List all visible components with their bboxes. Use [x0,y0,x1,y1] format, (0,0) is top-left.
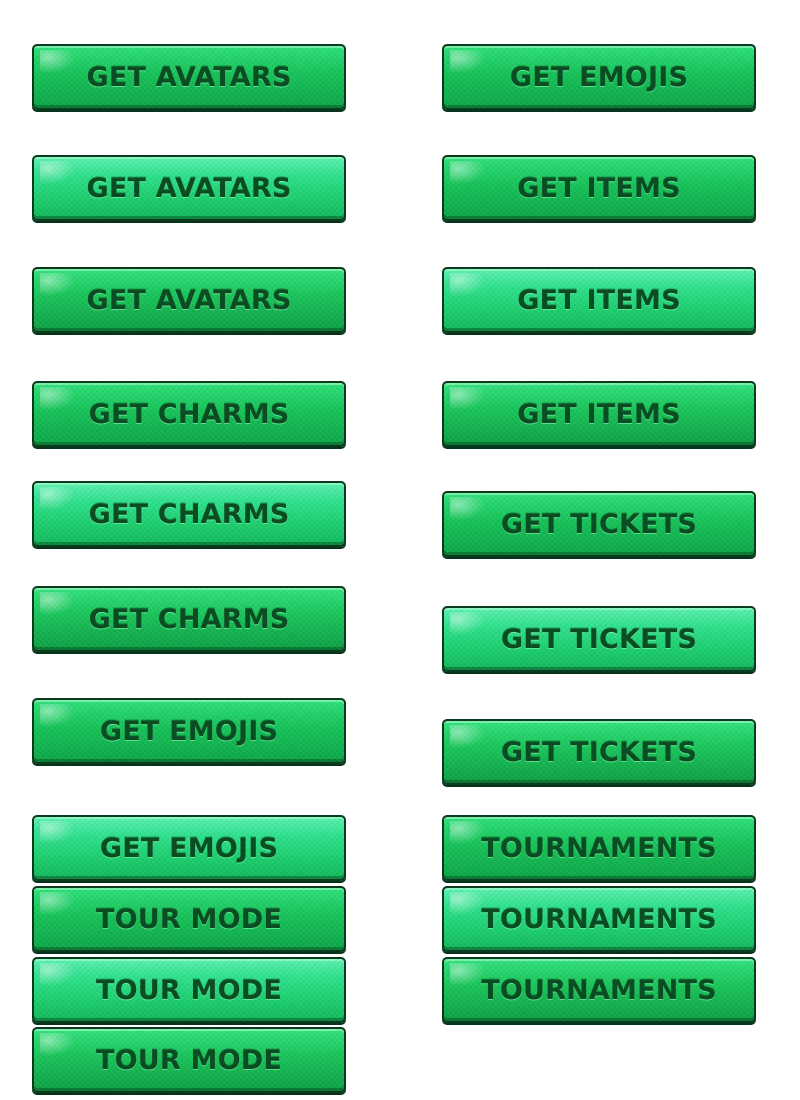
tour-mode-button[interactable]: TOUR MODE [32,1027,346,1093]
button-label: GET AVATARS [86,172,292,204]
button-label: GET EMOJIS [99,715,279,747]
tournaments-button[interactable]: TOURNAMENTS [442,815,756,881]
button-label: TOURNAMENTS [481,903,717,935]
get-avatars-button[interactable]: GET AVATARS [32,155,346,221]
tournaments-button[interactable]: TOURNAMENTS [442,886,756,952]
tour-mode-button[interactable]: TOUR MODE [32,957,346,1023]
get-emojis-button[interactable]: GET EMOJIS [32,815,346,881]
get-avatars-button[interactable]: GET AVATARS [32,267,346,333]
button-label: GET ITEMS [517,284,681,316]
get-emojis-button[interactable]: GET EMOJIS [32,698,346,764]
get-charms-button[interactable]: GET CHARMS [32,381,346,447]
get-items-button[interactable]: GET ITEMS [442,381,756,447]
button-label: GET EMOJIS [99,832,279,864]
get-items-button[interactable]: GET ITEMS [442,155,756,221]
button-label: TOURNAMENTS [481,832,717,864]
button-label: GET TICKETS [500,736,698,768]
button-label: GET TICKETS [500,508,698,540]
button-label: GET ITEMS [517,398,681,430]
get-tickets-button[interactable]: GET TICKETS [442,491,756,557]
button-label: TOUR MODE [96,1044,282,1076]
get-emojis-button[interactable]: GET EMOJIS [442,44,756,110]
get-tickets-button[interactable]: GET TICKETS [442,606,756,672]
button-label: GET CHARMS [88,603,290,635]
button-label: GET CHARMS [88,398,290,430]
button-label: GET ITEMS [517,172,681,204]
get-charms-button[interactable]: GET CHARMS [32,481,346,547]
button-label: GET TICKETS [500,623,698,655]
button-label: TOUR MODE [96,903,282,935]
get-items-button[interactable]: GET ITEMS [442,267,756,333]
tournaments-button[interactable]: TOURNAMENTS [442,957,756,1023]
get-avatars-button[interactable]: GET AVATARS [32,44,346,110]
button-label: GET CHARMS [88,498,290,530]
button-label: TOURNAMENTS [481,974,717,1006]
button-label: TOUR MODE [96,974,282,1006]
get-charms-button[interactable]: GET CHARMS [32,586,346,652]
button-label: GET EMOJIS [509,61,689,93]
tour-mode-button[interactable]: TOUR MODE [32,886,346,952]
get-tickets-button[interactable]: GET TICKETS [442,719,756,785]
button-label: GET AVATARS [86,284,292,316]
button-label: GET AVATARS [86,61,292,93]
